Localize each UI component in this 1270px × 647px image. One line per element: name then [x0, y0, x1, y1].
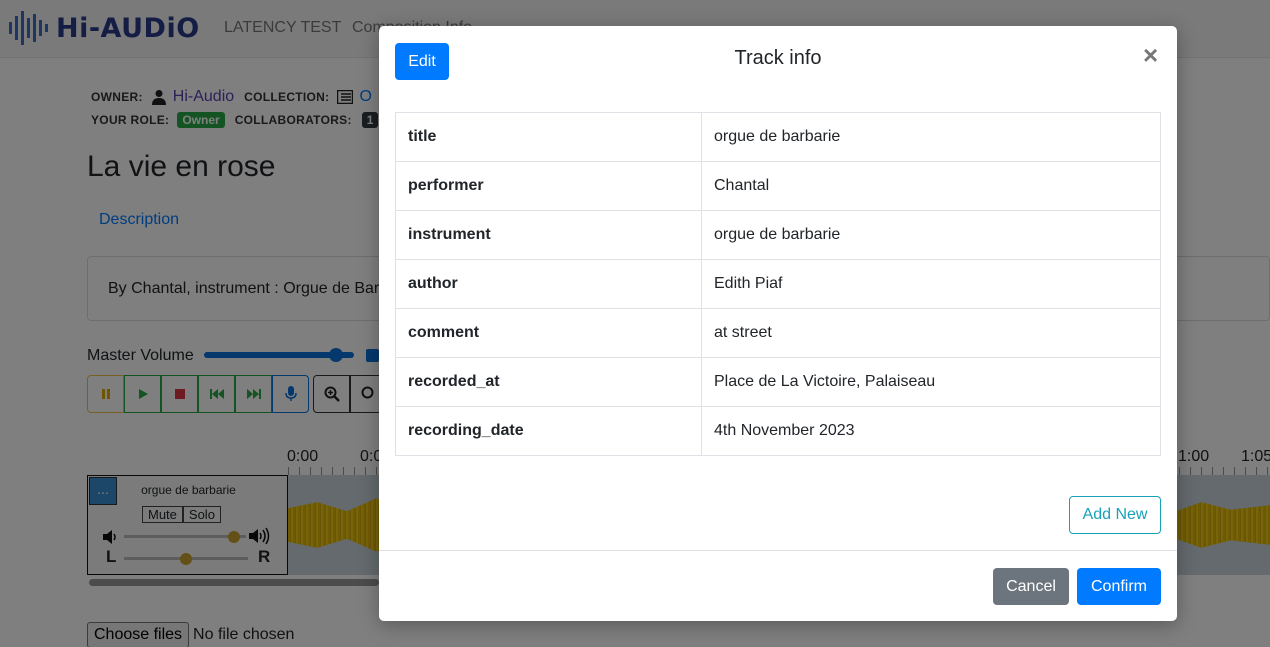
table-row: recording_date 4th November 2023 — [395, 406, 1161, 456]
field-key: recorded_at — [395, 357, 702, 407]
track-info-table: title orgue de barbarie performer Chantal … — [395, 112, 1161, 456]
cancel-button[interactable]: Cancel — [993, 568, 1069, 605]
field-value: Place de La Victoire, Palaiseau — [701, 357, 1161, 407]
modal-footer-divider — [379, 550, 1177, 551]
field-value: Edith Piaf — [701, 259, 1161, 309]
field-value: orgue de barbarie — [701, 112, 1161, 162]
field-key: title — [395, 112, 702, 162]
field-value: at street — [701, 308, 1161, 358]
confirm-button[interactable]: Confirm — [1077, 568, 1161, 605]
add-new-button[interactable]: Add New — [1069, 496, 1161, 534]
field-key: comment — [395, 308, 702, 358]
table-row: title orgue de barbarie — [395, 112, 1161, 162]
field-key: performer — [395, 161, 702, 211]
table-row: recorded_at Place de La Victoire, Palaise… — [395, 357, 1161, 407]
field-key: author — [395, 259, 702, 309]
field-value: Chantal — [701, 161, 1161, 211]
table-row: author Edith Piaf — [395, 259, 1161, 309]
field-key: instrument — [395, 210, 702, 260]
table-row: instrument orgue de barbarie — [395, 210, 1161, 260]
modal-title: Track info — [734, 47, 822, 69]
table-row: comment at street — [395, 308, 1161, 358]
table-row: performer Chantal — [395, 161, 1161, 211]
field-value: orgue de barbarie — [701, 210, 1161, 260]
track-info-modal: Edit Track info × title orgue de barbarie… — [379, 26, 1177, 621]
field-value: 4th November 2023 — [701, 406, 1161, 456]
close-icon[interactable]: × — [1143, 42, 1158, 68]
field-key: recording_date — [395, 406, 702, 456]
